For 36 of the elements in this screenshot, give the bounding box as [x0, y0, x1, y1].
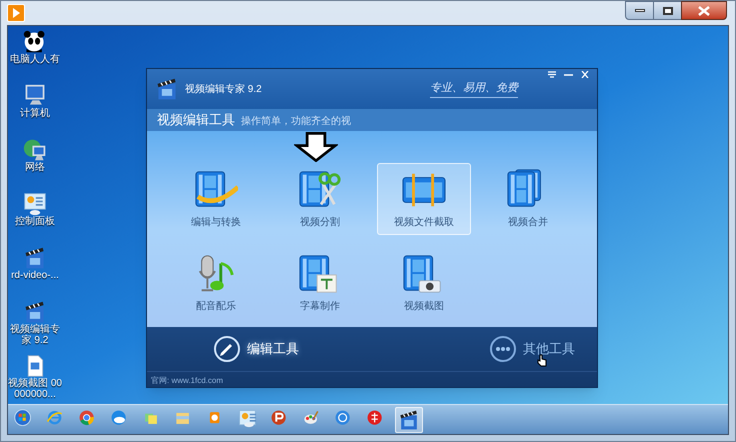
desktop-icon-label[interactable]: 视频截图 00000000... — [8, 378, 62, 400]
bottom-tab[interactable]: 其他工具 — [489, 335, 575, 363]
website-link[interactable]: 官网: www.1fcd.com — [151, 375, 224, 387]
tool-button[interactable]: 字幕制作 — [273, 247, 367, 319]
desktop-icon-label[interactable]: 视频编辑专家 9.2 — [8, 324, 62, 346]
tool-button[interactable]: 视频合并 — [481, 163, 575, 235]
close-button[interactable] — [681, 1, 727, 20]
tool-button[interactable]: 视频分割 — [273, 163, 367, 235]
tool-button[interactable]: 视频文件截取 — [377, 163, 471, 235]
close-icon — [698, 6, 710, 16]
maximize-icon — [662, 6, 672, 14]
minimize-button[interactable] — [625, 1, 654, 20]
menu-icon[interactable] — [548, 71, 556, 78]
arrow-annotation — [294, 132, 338, 162]
desktop-icon-label[interactable]: rd-video-... — [8, 270, 62, 281]
player-icon[interactable] — [7, 4, 25, 22]
clapper-icon[interactable] — [395, 406, 423, 432]
tool-button[interactable]: 编辑与转换 — [169, 163, 263, 235]
desktop-icon-label[interactable]: 控制面板 — [8, 216, 62, 227]
more-icon — [489, 335, 517, 363]
maximize-button[interactable] — [654, 1, 681, 20]
tool-button[interactable]: 配音配乐 — [169, 247, 263, 319]
desktop-icon[interactable] — [23, 30, 47, 54]
section-title: 视频编辑工具 — [157, 110, 235, 128]
pencil-icon — [213, 335, 241, 363]
section-subtitle: 操作简单，功能齐全的视 — [241, 114, 351, 129]
bottom-tab[interactable]: 编辑工具 — [213, 335, 299, 363]
minimize-icon — [634, 9, 644, 12]
window-title: 视频编辑专家 9.2 — [185, 82, 262, 96]
slogan: 专业、易用、免费 — [430, 80, 518, 98]
close-icon[interactable] — [581, 71, 589, 78]
hand-cursor-icon — [537, 354, 547, 366]
desktop-icon-label[interactable]: 网络 — [8, 162, 62, 173]
desktop-icon-label[interactable]: 计算机 — [8, 108, 62, 119]
tool-button[interactable]: 视频截图 — [377, 247, 471, 319]
desktop-icon-label[interactable]: 电脑人人有 — [8, 54, 62, 65]
